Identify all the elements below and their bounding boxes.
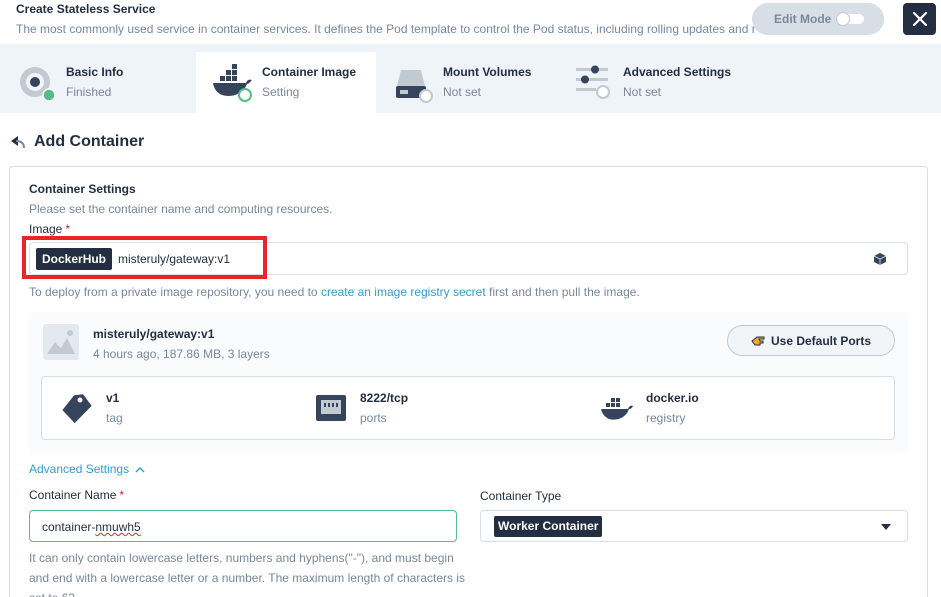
close-button[interactable] [903, 3, 936, 35]
tag-label: tag [106, 411, 123, 425]
ethernet-port-icon [316, 395, 346, 421]
container-type-label: Container Type [480, 489, 562, 503]
container-name-hint: It can only contain lowercase letters, n… [29, 551, 465, 597]
container-type-select[interactable]: Worker Container [480, 510, 908, 542]
image-registry-item: docker.io registry [600, 377, 800, 439]
step-mount-volumes[interactable]: Mount Volumes Not set [377, 52, 557, 113]
step-status: Setting [262, 85, 300, 99]
create-secret-link[interactable]: create an image registry secret [321, 285, 486, 299]
disk-icon [396, 70, 433, 103]
modal-header: Create Stateless Service The most common… [0, 0, 941, 44]
registry-label: registry [646, 411, 686, 425]
hand-pointer-icon [751, 336, 765, 345]
ports-label: ports [360, 411, 387, 425]
container-name-label: Container Name * [29, 488, 125, 502]
step-status: Finished [66, 85, 112, 99]
container-settings-card: Container Settings Please set the contai… [9, 166, 928, 597]
docker-icon [213, 64, 252, 102]
step-basic-info[interactable]: Basic Info Finished [0, 52, 180, 113]
modal-description: The most commonly used service in contai… [16, 22, 756, 36]
use-default-ports-label: Use Default Ports [770, 333, 872, 348]
cube-icon[interactable] [873, 252, 887, 266]
registry-value: docker.io [646, 391, 699, 405]
edit-mode-label: Edit Mode [774, 12, 832, 26]
edit-mode-toggle[interactable]: Edit Mode [752, 3, 884, 35]
container-name-value: container-nmuwh5 [42, 520, 141, 534]
step-advanced-settings[interactable]: Advanced Settings Not set [557, 52, 737, 113]
chevron-up-icon [135, 466, 145, 473]
step-name: Container Image [262, 65, 357, 79]
step-name: Advanced Settings [623, 65, 732, 79]
advanced-settings-toggle[interactable]: Advanced Settings [29, 462, 145, 476]
page-title: Add Container [34, 133, 145, 150]
advanced-settings-label: Advanced Settings [29, 462, 130, 476]
section-title: Container Settings [29, 182, 136, 196]
tag-value: v1 [106, 391, 120, 405]
highlight-box [22, 236, 267, 279]
image-meta: 4 hours ago, 187.86 MB, 3 layers [93, 347, 270, 361]
required-mark: * [65, 222, 71, 236]
section-description: Please set the container name and comput… [29, 202, 333, 216]
container-name-input[interactable]: container-nmuwh5 [29, 510, 457, 542]
toggle-switch[interactable] [836, 12, 864, 26]
docker-icon [601, 398, 633, 420]
back-link[interactable]: Add Container [10, 133, 144, 151]
back-arrow-icon [11, 136, 25, 149]
image-label: Image * [29, 222, 71, 236]
image-placeholder-icon [43, 324, 79, 360]
tag-icon [62, 394, 92, 424]
caret-down-icon [881, 524, 891, 530]
step-status: Not set [623, 85, 662, 99]
ports-value: 8222/tcp [360, 391, 409, 405]
toggle-knob [836, 12, 850, 26]
step-container-image[interactable]: Container Image Setting [196, 52, 376, 113]
modal-title: Create Stateless Service [16, 2, 156, 16]
image-tag-item: v1 tag [60, 377, 240, 439]
step-name: Basic Info [66, 65, 124, 79]
image-hint: To deploy from a private image repositor… [29, 285, 640, 299]
container-type-value: Worker Container [494, 516, 603, 537]
image-ports-item: 8222/tcp ports [314, 377, 514, 439]
image-details: v1 tag 8222/tcp ports docker.io registry [41, 376, 895, 440]
image-info-panel: misteruly/gateway:v1 4 hours ago, 187.86… [29, 312, 908, 452]
step-bar: Basic Info Finished Container Image Sett… [0, 52, 941, 113]
image-name: misteruly/gateway:v1 [93, 327, 215, 341]
main-content: Add Container Container Settings Please … [0, 113, 941, 597]
sliders-icon [576, 65, 610, 99]
info-icon [20, 67, 56, 102]
step-status: Not set [443, 85, 482, 99]
step-name: Mount Volumes [443, 65, 532, 79]
close-icon [912, 11, 927, 27]
required-mark: * [119, 488, 125, 502]
use-default-ports-button[interactable]: Use Default Ports [727, 325, 895, 356]
